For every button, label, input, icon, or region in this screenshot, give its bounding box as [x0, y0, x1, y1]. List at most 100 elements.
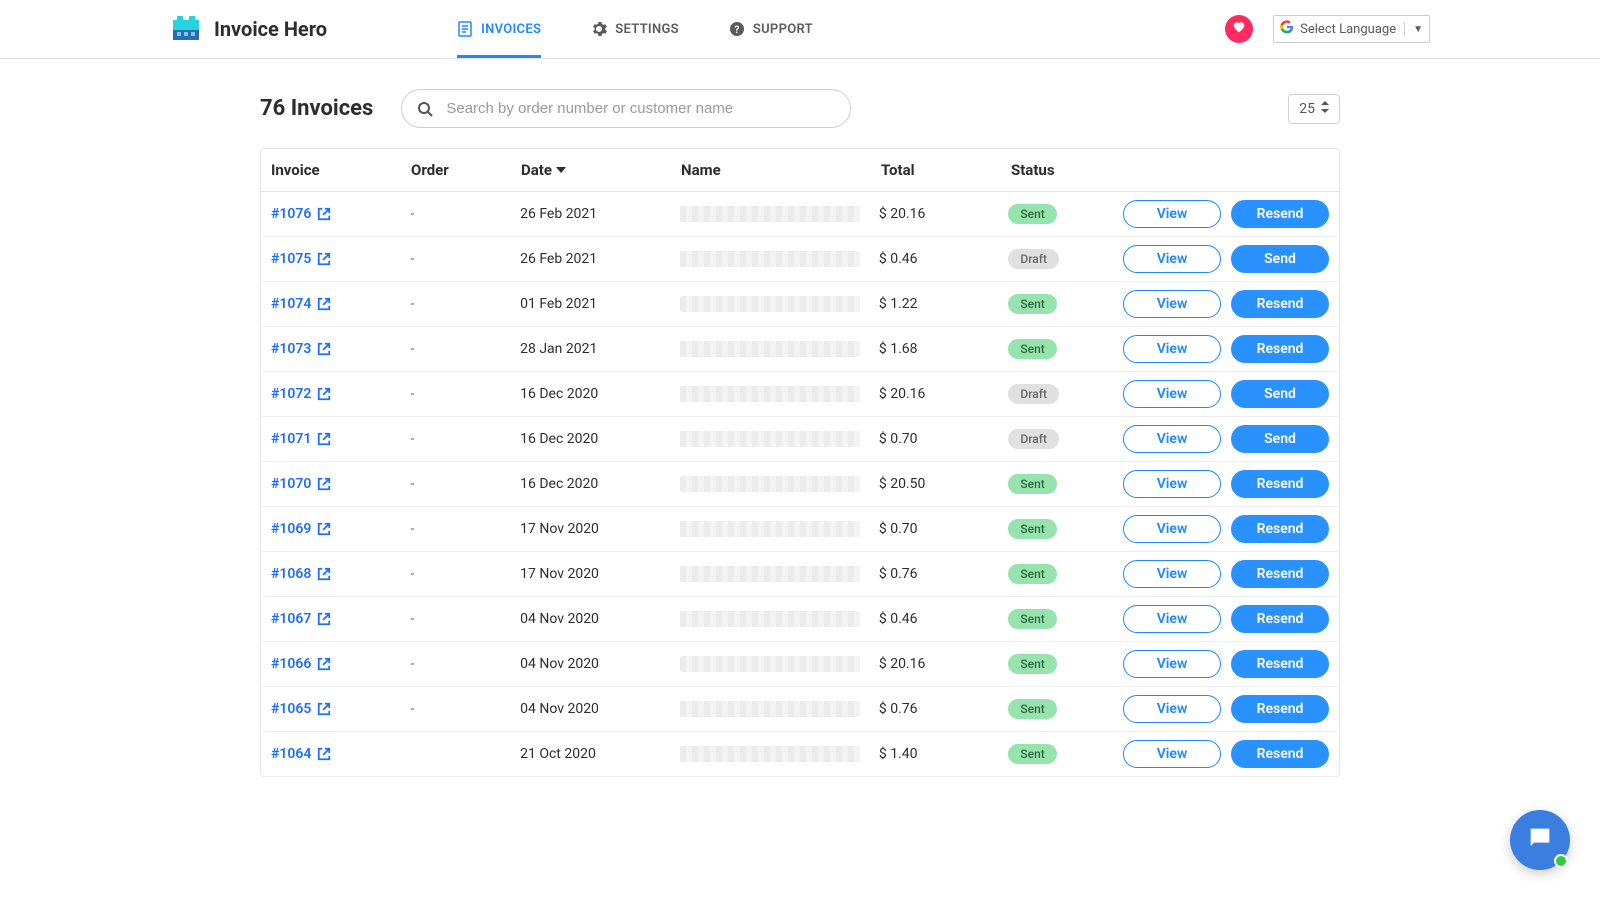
cell-date: 04 Nov 2020	[520, 611, 679, 627]
svg-text:?: ?	[734, 25, 739, 36]
invoice-link[interactable]: #1073	[271, 341, 331, 357]
invoice-link[interactable]: #1064	[271, 746, 331, 762]
view-button[interactable]: View	[1123, 290, 1221, 318]
language-selector[interactable]: Select Language ▼	[1273, 15, 1430, 43]
cell-total: $ 0.76	[879, 566, 1009, 582]
cell-name-redacted	[680, 746, 860, 762]
cell-order: -	[411, 251, 521, 267]
status-badge: Sent	[1008, 204, 1056, 224]
resend-button[interactable]: Resend	[1231, 560, 1329, 588]
cell-total: $ 20.50	[879, 476, 1009, 492]
invoice-link[interactable]: #1075	[271, 251, 331, 267]
chat-widget[interactable]	[1510, 810, 1570, 870]
favorite-badge[interactable]	[1225, 15, 1253, 43]
col-header-name[interactable]: Name	[681, 161, 881, 179]
invoice-link[interactable]: #1066	[271, 656, 331, 672]
table-row: #1070-16 Dec 2020$ 20.50SentViewResend	[261, 462, 1339, 507]
table-row: #106421 Oct 2020$ 1.40SentViewResend	[261, 732, 1339, 777]
divider	[1404, 22, 1405, 36]
cell-order: -	[411, 521, 521, 537]
external-link-icon	[317, 567, 331, 581]
online-status-icon	[1554, 854, 1568, 868]
resend-button[interactable]: Resend	[1231, 290, 1329, 318]
resend-button[interactable]: Resend	[1231, 740, 1329, 768]
send-button[interactable]: Send	[1231, 380, 1329, 408]
invoice-link[interactable]: #1068	[271, 566, 331, 582]
view-button[interactable]: View	[1123, 200, 1221, 228]
cell-order: -	[411, 611, 521, 627]
external-link-icon	[317, 387, 331, 401]
cell-order: -	[411, 341, 521, 357]
invoice-link[interactable]: #1076	[271, 206, 331, 222]
view-button[interactable]: View	[1123, 245, 1221, 273]
col-header-invoice[interactable]: Invoice	[271, 161, 411, 179]
cell-date: 01 Feb 2021	[520, 296, 679, 312]
invoice-number: #1075	[271, 251, 311, 267]
cell-date: 04 Nov 2020	[520, 656, 679, 672]
brand: Invoice Hero	[170, 13, 327, 45]
col-header-total[interactable]: Total	[881, 161, 1011, 179]
view-button[interactable]: View	[1123, 335, 1221, 363]
status-badge: Sent	[1008, 339, 1056, 359]
cell-date: 21 Oct 2020	[520, 746, 679, 762]
col-header-date[interactable]: Date	[521, 161, 681, 179]
external-link-icon	[317, 342, 331, 356]
resend-button[interactable]: Resend	[1231, 200, 1329, 228]
invoice-number: #1072	[271, 386, 311, 402]
status-badge: Draft	[1008, 429, 1059, 449]
cell-total: $ 0.46	[879, 251, 1009, 267]
invoice-link[interactable]: #1074	[271, 296, 331, 312]
view-button[interactable]: View	[1123, 740, 1221, 768]
resend-button[interactable]: Resend	[1231, 605, 1329, 633]
cell-date: 16 Dec 2020	[520, 431, 679, 447]
col-header-order[interactable]: Order	[411, 161, 521, 179]
view-button[interactable]: View	[1123, 695, 1221, 723]
cell-total: $ 1.22	[879, 296, 1009, 312]
cell-order: -	[411, 386, 521, 402]
view-button[interactable]: View	[1123, 380, 1221, 408]
view-button[interactable]: View	[1123, 515, 1221, 543]
invoice-link[interactable]: #1065	[271, 701, 331, 717]
view-button[interactable]: View	[1123, 470, 1221, 498]
invoice-link[interactable]: #1072	[271, 386, 331, 402]
heart-icon	[1232, 20, 1246, 38]
nav-settings[interactable]: SETTINGS	[591, 0, 679, 58]
table-row: #1065-04 Nov 2020$ 0.76SentViewResend	[261, 687, 1339, 732]
status-badge: Sent	[1008, 564, 1056, 584]
nav-invoices[interactable]: INVOICES	[457, 0, 541, 58]
send-button[interactable]: Send	[1231, 425, 1329, 453]
view-button[interactable]: View	[1123, 650, 1221, 678]
invoice-link[interactable]: #1069	[271, 521, 331, 537]
invoice-link[interactable]: #1067	[271, 611, 331, 627]
resend-button[interactable]: Resend	[1231, 695, 1329, 723]
cell-order: -	[411, 296, 521, 312]
search-input[interactable]	[401, 89, 851, 128]
resend-button[interactable]: Resend	[1231, 515, 1329, 543]
cell-date: 26 Feb 2021	[520, 251, 679, 267]
cell-name-redacted	[680, 296, 860, 312]
view-button[interactable]: View	[1123, 605, 1221, 633]
resend-button[interactable]: Resend	[1231, 650, 1329, 678]
cell-name-redacted	[680, 341, 860, 357]
app-logo-icon	[170, 13, 202, 45]
chevron-down-icon: ▼	[1413, 24, 1423, 35]
cell-date: 16 Dec 2020	[520, 476, 679, 492]
invoice-link[interactable]: #1071	[271, 431, 331, 447]
view-button[interactable]: View	[1123, 425, 1221, 453]
cell-order: -	[411, 566, 521, 582]
status-badge: Sent	[1008, 519, 1056, 539]
view-button[interactable]: View	[1123, 560, 1221, 588]
resend-button[interactable]: Resend	[1231, 335, 1329, 363]
invoice-number: #1066	[271, 656, 311, 672]
invoice-link[interactable]: #1070	[271, 476, 331, 492]
cell-total: $ 20.16	[879, 206, 1009, 222]
send-button[interactable]: Send	[1231, 245, 1329, 273]
resend-button[interactable]: Resend	[1231, 470, 1329, 498]
cell-name-redacted	[680, 701, 860, 717]
table-row: #1074-01 Feb 2021$ 1.22SentViewResend	[261, 282, 1339, 327]
page-size-selector[interactable]: 25	[1288, 94, 1340, 124]
external-link-icon	[317, 432, 331, 446]
col-header-status[interactable]: Status	[1011, 161, 1126, 179]
invoice-number: #1065	[271, 701, 311, 717]
nav-support[interactable]: ? SUPPORT	[729, 0, 813, 58]
